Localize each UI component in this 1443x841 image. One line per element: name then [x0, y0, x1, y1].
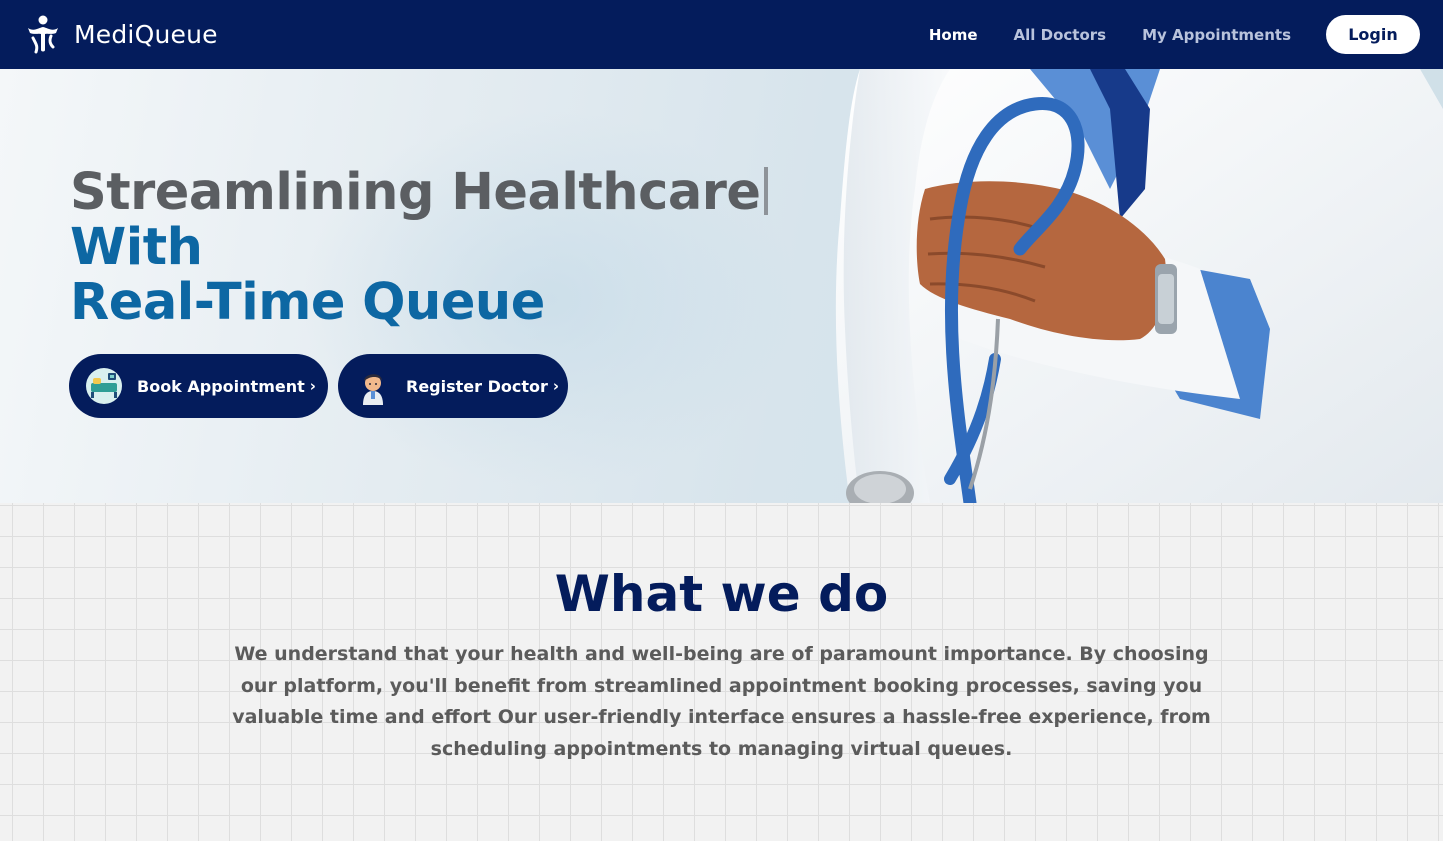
nav-link-all-doctors[interactable]: All Doctors — [1014, 26, 1107, 44]
chevron-right-icon: › — [309, 377, 316, 395]
hospital-bed-icon — [86, 368, 122, 404]
hero-title-line-1-text: Streamlining Healthcare — [70, 163, 761, 222]
hero-section: Streamlining Healthcare With Real-Time Q… — [0, 69, 1443, 503]
brand-name: MediQueue — [74, 19, 218, 49]
nav-link-home[interactable]: Home — [929, 26, 978, 44]
brand[interactable]: MediQueue — [24, 14, 218, 54]
navbar: MediQueue Home All Doctors My Appointmen… — [0, 0, 1443, 69]
register-doctor-button[interactable]: Register Doctor › — [338, 354, 568, 418]
book-appointment-button[interactable]: Book Appointment › — [69, 354, 328, 418]
nav-links: Home All Doctors My Appointments — [893, 0, 1291, 69]
doctor-avatar-icon — [363, 374, 383, 405]
medical-person-icon — [28, 15, 58, 54]
section-title: What we do — [554, 565, 889, 623]
chevron-right-icon: › — [552, 377, 560, 395]
hero-title-line-2: With — [70, 218, 203, 277]
typing-cursor — [764, 167, 769, 215]
hero-title-line-3: Real-Time Queue — [70, 273, 545, 332]
doctor-hero-illustration — [835, 69, 1443, 503]
hero-title-line-1: Streamlining Healthcare — [70, 163, 769, 222]
hero-title: Streamlining Healthcare With Real-Time Q… — [70, 163, 769, 332]
book-appointment-label: Book Appointment — [137, 376, 305, 396]
register-doctor-label: Register Doctor — [406, 376, 548, 396]
what-we-do-section: What we do We understand that your healt… — [0, 503, 1443, 841]
login-button[interactable]: Login — [1326, 15, 1420, 54]
nav-link-my-appointments[interactable]: My Appointments — [1142, 26, 1291, 44]
section-description: We understand that your health and well-… — [232, 643, 1211, 760]
